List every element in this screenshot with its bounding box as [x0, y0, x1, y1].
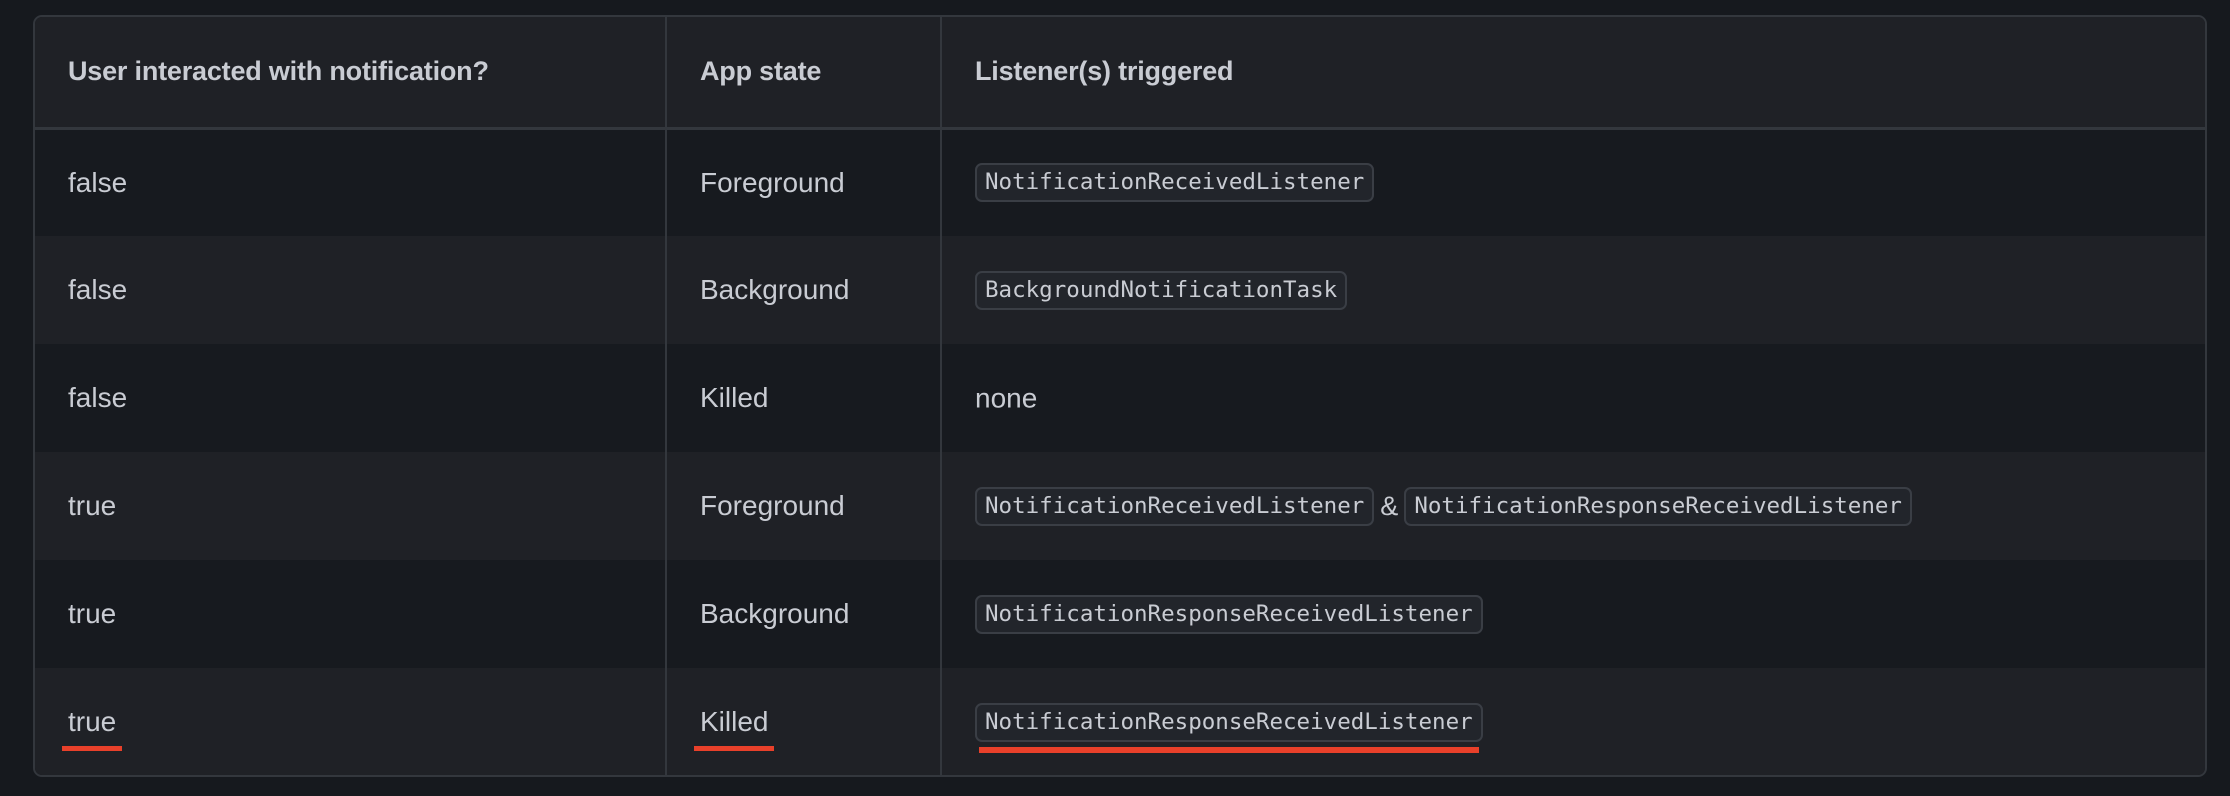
- red-underline-annotation: [694, 746, 775, 751]
- red-underline-annotation: [979, 746, 1479, 753]
- table-row: false Foreground NotificationReceivedLis…: [35, 128, 2205, 236]
- table-row-highlighted: true Killed NotificationResponseReceived…: [35, 668, 2205, 775]
- header-user-interacted: User interacted with notification?: [35, 17, 666, 130]
- cell-app-state: Background: [665, 236, 941, 344]
- header-app-state: App state: [665, 17, 941, 130]
- header-listeners-triggered: Listener(s) triggered: [940, 17, 2205, 130]
- listener-code: BackgroundNotificationTask: [975, 270, 1348, 310]
- cell-app-state: Foreground: [665, 128, 941, 236]
- listener-code: NotificationReceivedListener: [975, 163, 1375, 203]
- listener-table-container: User interacted with notification? App s…: [33, 15, 2207, 777]
- listener-table: User interacted with notification? App s…: [35, 17, 2205, 775]
- app-state-value: Foreground: [700, 490, 845, 521]
- interacted-value: true: [68, 706, 117, 737]
- table-row: true Background NotificationResponseRece…: [35, 560, 2205, 668]
- cell-listeners: NotificationReceivedListener: [940, 128, 2205, 236]
- interacted-value-wrap: true: [62, 706, 123, 751]
- cell-app-state: Background: [665, 560, 941, 668]
- cell-interacted: true: [35, 452, 666, 560]
- listener-separator: &: [1380, 490, 1399, 521]
- cell-interacted: false: [35, 236, 666, 344]
- interacted-value: false: [68, 274, 128, 305]
- cell-interacted: false: [35, 344, 666, 452]
- listener-code-wrap: NotificationResponseReceivedListener: [975, 702, 1483, 753]
- listener-code: NotificationResponseReceivedListener: [1404, 486, 1912, 526]
- table-row: false Killed none: [35, 344, 2205, 452]
- interacted-value: true: [68, 490, 117, 521]
- app-state-value: Foreground: [700, 166, 845, 198]
- listeners-none-text: none: [975, 382, 1038, 414]
- cell-interacted: true: [35, 668, 666, 775]
- cell-app-state: Killed: [665, 668, 941, 775]
- listener-code: NotificationResponseReceivedListener: [975, 702, 1483, 742]
- cell-listeners: NotificationResponseReceivedListener: [940, 560, 2205, 668]
- listener-code: NotificationResponseReceivedListener: [975, 594, 1483, 634]
- table-header-row: User interacted with notification? App s…: [35, 17, 2205, 130]
- cell-listeners: BackgroundNotificationTask: [940, 236, 2205, 344]
- cell-interacted: false: [35, 128, 666, 236]
- interacted-value: false: [68, 382, 128, 413]
- app-state-value-wrap: Killed: [694, 706, 775, 751]
- cell-app-state: Foreground: [665, 452, 941, 560]
- app-state-value: Killed: [700, 382, 769, 413]
- cell-listeners: NotificationResponseReceivedListener: [940, 668, 2205, 775]
- interacted-value: false: [68, 166, 128, 198]
- interacted-value: true: [68, 598, 117, 629]
- app-state-value: Background: [700, 598, 850, 629]
- red-underline-annotation: [62, 746, 123, 751]
- cell-listeners: none: [940, 344, 2205, 452]
- listener-code: NotificationReceivedListener: [975, 486, 1375, 526]
- cell-listeners: NotificationReceivedListener & Notificatio…: [940, 452, 2205, 560]
- app-state-value: Background: [700, 274, 850, 305]
- cell-interacted: true: [35, 560, 666, 668]
- table-row: true Foreground NotificationReceivedList…: [35, 452, 2205, 560]
- app-state-value: Killed: [700, 706, 769, 737]
- table-row: false Background BackgroundNotificationT…: [35, 236, 2205, 344]
- cell-app-state: Killed: [665, 344, 941, 452]
